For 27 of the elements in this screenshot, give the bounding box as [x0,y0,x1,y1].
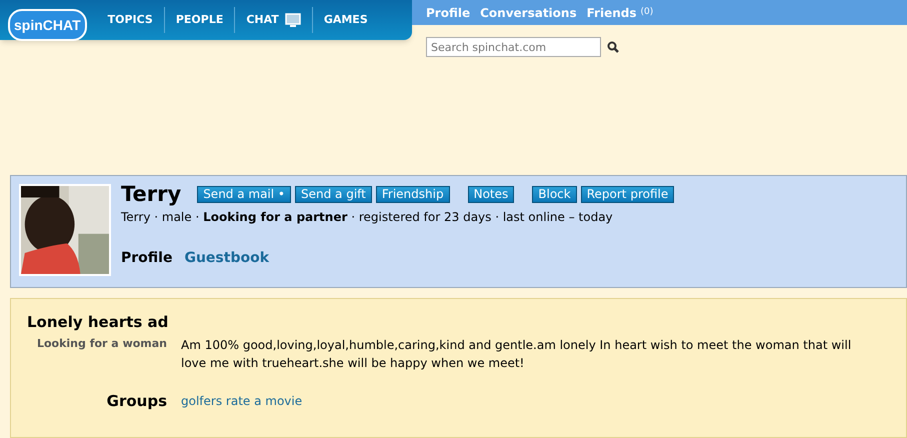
action-button[interactable]: Friendship [376,186,450,203]
nav-link[interactable]: GAMES [324,12,368,28]
top-link[interactable]: Profile [426,4,470,22]
logo[interactable]: spinCHAT [8,9,87,41]
looking-label: Looking for a woman [36,336,167,352]
ad-title: Lonely hearts ad [27,312,170,334]
nav-link[interactable]: TOPICS [108,12,153,28]
ad-text: Am 100% good,loving,loyal,humble,caring,kind and gentle.am lonely In heart wish to meet the woman that will love me with trueheart.she will be happy when we meet! [181,336,852,372]
action-button[interactable]: Send a mail • [197,186,291,203]
search-field[interactable]: Search spinchat.com [426,37,601,57]
nav-link[interactable]: CHAT [246,12,279,28]
groups-label: Groups [106,390,167,412]
profile-name: Terry [121,184,182,205]
action-button[interactable]: Notes [468,186,514,203]
top-link[interactable]: Conversations [480,4,577,22]
search-icon[interactable] [607,41,619,53]
nav-link[interactable]: PEOPLE [176,12,224,28]
top-link[interactable]: Friends [586,4,636,22]
profile-tab[interactable]: Guestbook [184,248,270,269]
group-link[interactable]: golfers rate a movie [181,392,302,410]
action-button[interactable]: Send a gift [295,186,372,203]
action-button[interactable]: Report profile [580,186,674,203]
profile-tab[interactable]: Profile [121,248,172,269]
profile-summary: Terry · male · Looking for a partner · registered for 23 days · last online – today [121,208,614,226]
friends-count: (0) [640,6,654,19]
monitor-icon [284,12,301,28]
action-button[interactable]: Block [532,186,577,203]
